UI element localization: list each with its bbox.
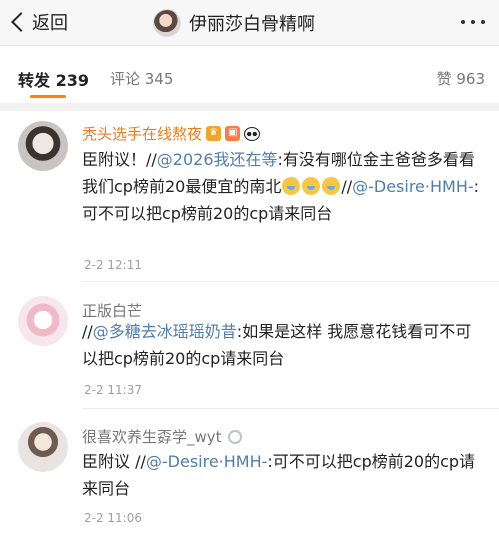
mention-link[interactable]: @多糖去冰瑶瑶奶昔 [93, 322, 237, 341]
comment-body: // [341, 177, 353, 196]
comment-text: //@多糖去冰瑶瑶奶昔:如果是这样 我愿意花钱看可不可以把cp榜前20的cp请来… [82, 318, 482, 372]
more-dots-icon[interactable] [461, 20, 485, 24]
crying-emoji-icon [322, 177, 341, 195]
divider [82, 408, 499, 409]
top-nav-bar: 返回 伊丽莎白骨精啊 [0, 0, 499, 46]
timestamp: 2-2 11:37 [84, 383, 142, 397]
author-avatar[interactable] [153, 9, 181, 37]
back-label: 返回 [32, 13, 68, 34]
avatar[interactable] [18, 121, 68, 171]
tab-repost[interactable]: 转发 239 [18, 67, 89, 91]
timestamp: 2-2 11:06 [84, 511, 142, 525]
list-item[interactable]: 很喜欢养生孬学_wyt 臣附议 //@-Desire·HMH-:可不可以把cp榜… [0, 414, 499, 534]
mention-link[interactable]: @-Desire·HMH- [146, 452, 268, 471]
crying-emoji-icon [302, 177, 321, 195]
comment-prefix: // [82, 322, 93, 341]
section-separator [0, 103, 499, 111]
back-button[interactable]: 返回 [8, 9, 68, 35]
tab-like[interactable]: 赞 963 [437, 68, 485, 89]
username-text: 很喜欢养生孬学_wyt [82, 428, 222, 446]
page-title[interactable]: 伊丽莎白骨精啊 [153, 7, 315, 39]
username[interactable]: 秃头选手在线熬夜 ♛ ▣ [82, 123, 261, 144]
chevron-left-icon [11, 12, 31, 32]
list-item[interactable]: 正版白芒 //@多糖去冰瑶瑶奶昔:如果是这样 我愿意花钱看可不可以把cp榜前20… [0, 288, 499, 408]
comment-text: 臣附议 //@-Desire·HMH-:可不可以把cp榜前20的cp请来同台 [82, 448, 482, 502]
author-name: 伊丽莎白骨精啊 [189, 14, 315, 35]
username[interactable]: 很喜欢养生孬学_wyt [82, 426, 242, 447]
divider [82, 281, 499, 282]
timestamp: 2-2 12:11 [84, 258, 142, 272]
username-text: 秃头选手在线熬夜 [82, 125, 203, 143]
vip-crown-icon: ♛ [206, 126, 221, 141]
comment-text: 臣附议！//@2026我还在等:有没有哪位金主爸爸多看看我们cp榜前20最便宜的… [82, 146, 482, 227]
comment-prefix: 臣附议 // [82, 452, 146, 471]
active-tab-indicator [30, 95, 66, 98]
avatar[interactable] [18, 296, 68, 346]
comment-prefix: 臣附议！// [82, 150, 157, 169]
list-item[interactable]: 秃头选手在线熬夜 ♛ ▣ 臣附议！//@2026我还在等:有没有哪位金主爸爸多看… [0, 111, 499, 281]
panda-emoji-icon [244, 126, 261, 141]
ring-icon [227, 429, 242, 444]
fan-badge-icon: ▣ [224, 126, 241, 141]
tab-comment[interactable]: 评论 345 [110, 68, 173, 89]
mention-link[interactable]: @2026我还在等 [157, 150, 278, 169]
tab-bar: 转发 239 评论 345 赞 963 [0, 47, 499, 103]
mention-link[interactable]: @-Desire·HMH- [352, 177, 474, 196]
avatar[interactable] [18, 422, 68, 472]
crying-emoji-icon [282, 177, 301, 195]
